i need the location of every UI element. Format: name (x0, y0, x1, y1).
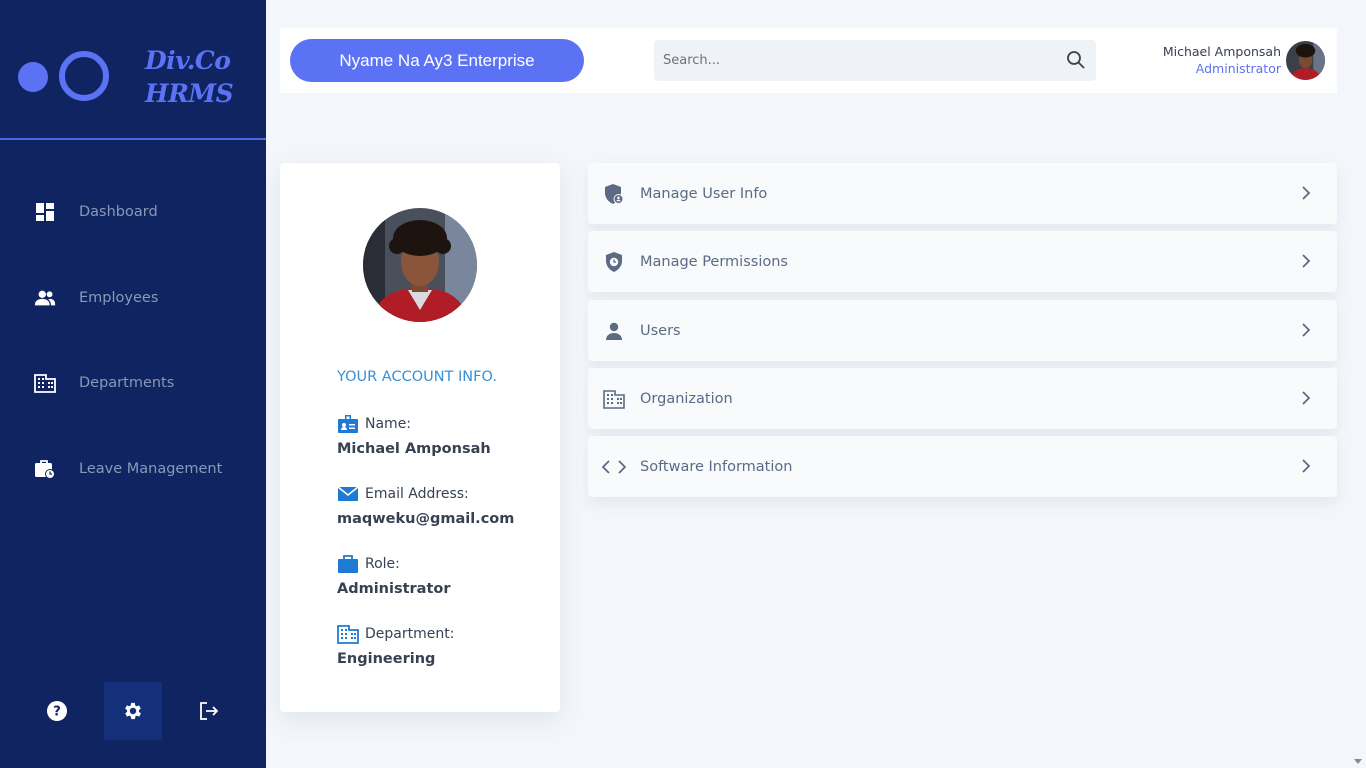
info-key: Department: (365, 626, 455, 642)
sidebar-item-label: Departments (79, 375, 175, 391)
info-department: Department: Engineering (337, 623, 454, 667)
info-role: Role: Administrator (337, 553, 451, 597)
sidebar-item-label: Leave Management (79, 461, 223, 477)
sidebar-item-dashboard[interactable]: Dashboard (0, 190, 266, 234)
user-name: Michael Amponsah (1162, 44, 1281, 59)
menu-organization[interactable]: Organization (588, 368, 1337, 429)
help-button[interactable]: ? (28, 682, 86, 740)
envelope-icon (337, 484, 359, 504)
people-icon (34, 287, 56, 309)
info-key: Name: (365, 416, 412, 432)
company-button[interactable]: Nyame Na Ay3 Enterprise (290, 39, 584, 82)
chevron-right-icon (1302, 391, 1311, 405)
menu-label: Manage Permissions (640, 253, 788, 270)
logo-ring (59, 51, 109, 101)
menu-label: Organization (640, 390, 733, 407)
chevron-right-icon (1302, 323, 1311, 337)
code-icon (602, 455, 626, 479)
profile-card: YOUR ACCOUNT INFO. Name: Michael Amponsa… (280, 163, 560, 712)
info-email: Email Address: maqweku@gmail.com (337, 483, 514, 527)
logo-dot (18, 62, 48, 92)
top-bar: Nyame Na Ay3 Enterprise Michael Amponsah… (280, 28, 1337, 93)
svg-text:?: ? (53, 705, 61, 720)
sidebar-item-label: Dashboard (79, 204, 158, 220)
info-value: maqweku@gmail.com (337, 511, 515, 527)
sidebar-item-employees[interactable]: Employees (0, 276, 266, 320)
sidebar-item-label: Employees (79, 290, 159, 306)
info-name: Name: Michael Amponsah (337, 413, 491, 457)
info-value: Engineering (337, 651, 436, 667)
info-key: Role: (365, 556, 400, 572)
profile-avatar (363, 208, 477, 322)
sidebar-item-departments[interactable]: Departments (0, 361, 266, 405)
logout-icon (200, 702, 219, 720)
building-icon (602, 387, 626, 411)
logout-button[interactable] (180, 682, 238, 740)
gear-icon (125, 702, 141, 720)
brand-line-2: HRMS (145, 79, 234, 108)
sidebar: Div.Co HRMS Dashboard Employees Departme… (0, 0, 266, 768)
dashboard-icon (34, 201, 56, 223)
info-value: Michael Amponsah (337, 441, 491, 457)
search-box (654, 40, 1096, 81)
building-icon (337, 624, 359, 644)
shield-clock-icon (602, 250, 626, 274)
brand-line-1: Div.Co (145, 46, 231, 75)
brand-name: Div.Co HRMS (145, 44, 234, 110)
building-icon (34, 372, 56, 394)
account-info-title: YOUR ACCOUNT INFO. (337, 369, 497, 385)
avatar[interactable] (1286, 41, 1325, 80)
briefcase-clock-icon (34, 458, 56, 480)
menu-label: Manage User Info (640, 185, 768, 202)
menu-users[interactable]: Users (588, 300, 1337, 361)
info-key: Email Address: (365, 486, 469, 502)
logo[interactable]: Div.Co HRMS (0, 0, 266, 140)
chevron-right-icon (1302, 186, 1311, 200)
scroll-down-arrow[interactable] (1354, 759, 1362, 764)
user-role: Administrator (1195, 61, 1281, 76)
help-icon: ? (47, 701, 67, 721)
user-info: Michael Amponsah Administrator (1163, 43, 1281, 77)
id-badge-icon (337, 414, 359, 434)
menu-software-information[interactable]: Software Information (588, 436, 1337, 497)
search-icon[interactable] (1066, 50, 1086, 70)
chevron-right-icon (1302, 254, 1311, 268)
menu-manage-user-info[interactable]: Manage User Info (588, 163, 1337, 224)
menu-label: Users (640, 322, 681, 339)
briefcase-icon (337, 554, 359, 574)
chevron-right-icon (1302, 459, 1311, 473)
search-input[interactable] (654, 40, 1054, 81)
menu-manage-permissions[interactable]: Manage Permissions (588, 231, 1337, 292)
info-value: Administrator (337, 581, 451, 597)
sidebar-item-leave-management[interactable]: Leave Management (0, 447, 266, 491)
settings-button[interactable] (104, 682, 162, 740)
sidebar-footer: ? (0, 682, 266, 768)
menu-label: Software Information (640, 458, 793, 475)
user-icon (602, 319, 626, 343)
shield-user-icon (602, 182, 626, 206)
